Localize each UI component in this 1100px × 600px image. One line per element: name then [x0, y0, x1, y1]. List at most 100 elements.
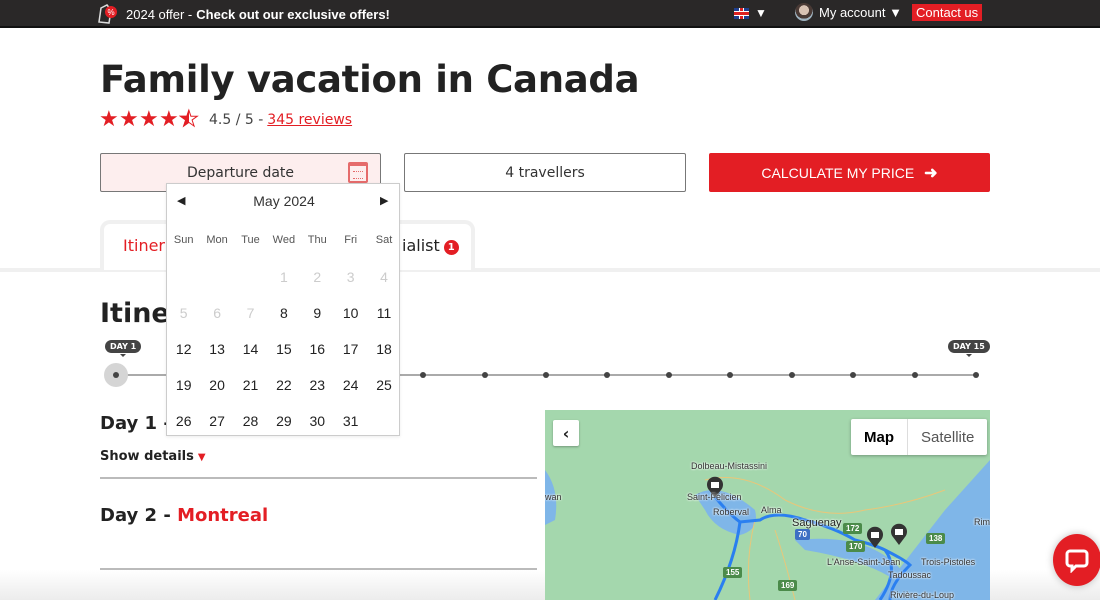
- calendar-day[interactable]: 30: [301, 403, 334, 439]
- route-shield: 172: [843, 523, 863, 534]
- timeline-stop[interactable]: [481, 372, 488, 378]
- calendar-day[interactable]: 17: [334, 331, 367, 367]
- calendar-day-disabled: 7: [246, 305, 255, 321]
- avatar: [795, 3, 813, 21]
- calendar-day[interactable]: 16: [301, 331, 334, 367]
- lodging-pin-icon[interactable]: [890, 523, 908, 545]
- my-account-label: My account ▼: [819, 4, 902, 20]
- star-icon: ★: [119, 107, 139, 132]
- rating: ★ ★ ★ ★ ★ 4.5 / 5 - 345 reviews: [99, 107, 352, 132]
- route-shield: 70: [795, 529, 810, 540]
- lodging-pin-icon[interactable]: [866, 526, 884, 548]
- calendar-day-disabled: 3: [346, 269, 355, 285]
- show-details-toggle[interactable]: Show details ▼: [100, 449, 206, 464]
- calendar-day[interactable]: 24: [334, 367, 367, 403]
- calculate-price-button[interactable]: CALCULATE MY PRICE ➜: [709, 153, 990, 192]
- calendar-day[interactable]: 26: [167, 403, 200, 439]
- day-2-prefix: Day 2 -: [100, 505, 178, 526]
- calendar-day-disabled: 6: [213, 305, 221, 321]
- calendar-day-disabled: 4: [380, 269, 388, 285]
- language-selector[interactable]: ▼: [734, 6, 767, 20]
- calendar-blank: [167, 259, 200, 295]
- timeline-stop[interactable]: [850, 372, 857, 378]
- itinerary-map[interactable]: Dolbeau-Mistassini Saint-Félicien Roberv…: [545, 410, 990, 600]
- uk-flag-icon: [734, 7, 749, 19]
- timeline-last-label: DAY 15: [948, 340, 990, 357]
- promo-text: 2024 offer -: [126, 6, 193, 22]
- calendar-day[interactable]: 31: [334, 403, 367, 439]
- map-label: Saguenay: [792, 517, 842, 529]
- chat-button[interactable]: [1053, 534, 1100, 586]
- timeline-stop[interactable]: [113, 372, 119, 378]
- calendar-day[interactable]: 15: [267, 331, 300, 367]
- calendar-day[interactable]: 27: [200, 403, 233, 439]
- calendar-day[interactable]: 13: [200, 331, 233, 367]
- map-back-button[interactable]: ‹: [553, 420, 579, 446]
- calendar-day[interactable]: 22: [267, 367, 300, 403]
- route-shield: 169: [778, 580, 798, 591]
- day-divider: [100, 477, 537, 479]
- promo-banner[interactable]: % 2024 offer - Check out our exclusive o…: [96, 2, 390, 26]
- timeline-stop[interactable]: [543, 372, 549, 378]
- travellers-label: 4 travellers: [505, 164, 585, 181]
- timeline-stop[interactable]: [420, 372, 427, 378]
- half-star-icon: ★: [179, 107, 200, 132]
- timeline-stop[interactable]: [727, 372, 734, 378]
- calendar-day-disabled: 1: [279, 269, 288, 285]
- map-label: Saint-Félicien: [687, 492, 742, 502]
- timeline-stop[interactable]: [665, 372, 672, 378]
- arrow-right-icon: ➜: [924, 164, 938, 182]
- timeline-stop[interactable]: [911, 372, 918, 378]
- map-type-map-button[interactable]: Map: [851, 419, 908, 455]
- calendar-day[interactable]: 10: [334, 295, 367, 331]
- calendar-day[interactable]: 25: [367, 367, 400, 403]
- map-label: Dolbeau-Mistassini: [691, 461, 768, 471]
- calendar-day[interactable]: 28: [234, 403, 267, 439]
- calculate-price-label: CALCULATE MY PRICE: [761, 164, 915, 181]
- calendar-blank: [200, 259, 233, 295]
- calendar-day[interactable]: 21: [234, 367, 267, 403]
- chevron-down-icon: ▼: [197, 452, 206, 463]
- weekday-header: Sun: [173, 234, 194, 246]
- route-shield: 170: [846, 541, 866, 552]
- notification-badge: 1: [443, 240, 459, 255]
- calendar-icon[interactable]: [348, 162, 368, 183]
- my-account-menu[interactable]: My account ▼: [795, 3, 902, 21]
- calendar-day[interactable]: 20: [200, 367, 233, 403]
- weekday-header: Wed: [272, 234, 296, 246]
- calendar-day[interactable]: 9: [301, 295, 334, 331]
- page-title: Family vacation in Canada: [100, 58, 640, 101]
- weekday-header: Sat: [375, 234, 393, 246]
- reviews-link[interactable]: 345 reviews: [267, 112, 352, 128]
- timeline-stop[interactable]: [973, 372, 979, 378]
- map-label: Trois-Pistoles: [921, 557, 976, 567]
- route-shield: 155: [723, 567, 743, 578]
- calendar-day-disabled: 2: [313, 269, 322, 285]
- departure-date-label: Departure date: [186, 164, 295, 181]
- calendar-grid: Sun Mon Tue Wed Thu Fri Sat 1 2 3 4 5 6 7 8 9 10 11 12 13 14…: [167, 229, 401, 439]
- route-shield: 138: [926, 533, 946, 544]
- calendar-day[interactable]: 14: [234, 331, 267, 367]
- weekday-header: Fri: [344, 234, 358, 246]
- chevron-left-icon: ‹: [562, 423, 570, 443]
- weekday-header: Tue: [241, 234, 260, 246]
- weekday-header: Thu: [307, 234, 327, 246]
- calendar-day[interactable]: 23: [301, 367, 334, 403]
- next-month-button[interactable]: ▶: [380, 194, 392, 208]
- calendar-day[interactable]: 12: [167, 331, 200, 367]
- map-label: Roberval: [713, 507, 750, 517]
- calendar-day[interactable]: 18: [367, 331, 400, 367]
- calendar-day[interactable]: 8: [267, 295, 300, 331]
- calendar-day[interactable]: 11: [367, 295, 400, 331]
- travellers-field[interactable]: 4 travellers: [404, 153, 686, 192]
- timeline-stop[interactable]: [788, 372, 795, 378]
- contact-us-button[interactable]: Contact us: [912, 4, 983, 21]
- timeline-stop[interactable]: [604, 372, 611, 378]
- promo-link[interactable]: Check out our exclusive offers!: [196, 7, 390, 22]
- map-type-satellite-button[interactable]: Satellite: [908, 419, 987, 455]
- tab-specialist-label: ialist: [402, 236, 440, 255]
- day-2-heading[interactable]: Day 2 - Montreal: [100, 505, 537, 526]
- map-label: Alma: [761, 505, 782, 515]
- calendar-day[interactable]: 29: [267, 403, 300, 439]
- calendar-day[interactable]: 19: [167, 367, 200, 403]
